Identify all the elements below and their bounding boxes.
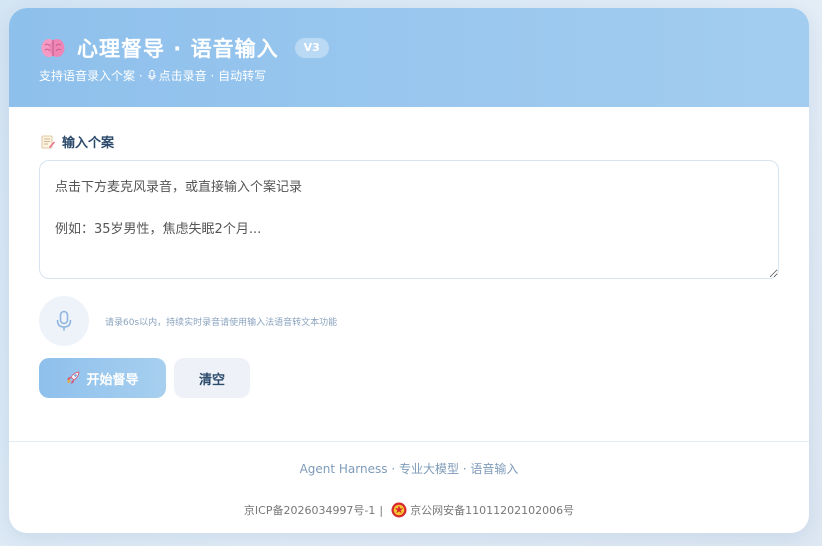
section-label-text: 输入个案 bbox=[62, 136, 115, 151]
police-record-link[interactable]: 京公网安备11011202102006号 bbox=[410, 502, 574, 518]
rocket-icon bbox=[67, 371, 80, 384]
footer-registration: 京ICP备2026034997号-1 | 京公网安备11011202102006… bbox=[9, 502, 809, 518]
microphone-icon bbox=[147, 70, 156, 81]
section-label: 输入个案 bbox=[41, 132, 114, 151]
footer-tagline: Agent Harness · 专业大模型 · 语音输入 bbox=[299, 462, 519, 476]
microphone-icon bbox=[56, 310, 72, 331]
title-row: 心理督导 · 语音输入 V3 bbox=[41, 34, 329, 62]
start-supervision-button[interactable]: 开始督导 bbox=[39, 358, 166, 398]
subtitle-part-2: 点击录音 · 自动转写 bbox=[158, 69, 267, 83]
icp-link[interactable]: 京ICP备2026034997号-1 bbox=[244, 502, 376, 518]
start-button-label: 开始督导 bbox=[86, 372, 139, 388]
memo-icon bbox=[41, 135, 55, 148]
main-card: 心理督导 · 语音输入 V3 支持语音录入个案 · 点击录音 · 自动转写 输入… bbox=[9, 8, 809, 533]
footer-divider bbox=[9, 441, 809, 442]
brain-icon bbox=[41, 39, 65, 57]
record-hint: 请录60s以内，持续实时录音请使用输入法语音转文本功能 bbox=[105, 318, 338, 328]
record-button[interactable] bbox=[39, 296, 89, 346]
subtitle-part-1: 支持语音录入个案 · bbox=[39, 69, 143, 83]
footer-separator: | bbox=[379, 503, 384, 517]
clear-button[interactable]: 清空 bbox=[174, 358, 250, 398]
version-badge: V3 bbox=[294, 38, 329, 58]
page-title: 心理督导 · 语音输入 bbox=[77, 37, 279, 61]
header-banner: 心理督导 · 语音输入 V3 支持语音录入个案 · 点击录音 · 自动转写 bbox=[9, 8, 809, 107]
police-emblem-icon bbox=[391, 502, 407, 518]
case-input[interactable] bbox=[39, 160, 779, 279]
header-subtitle: 支持语音录入个案 · 点击录音 · 自动转写 bbox=[39, 67, 266, 84]
